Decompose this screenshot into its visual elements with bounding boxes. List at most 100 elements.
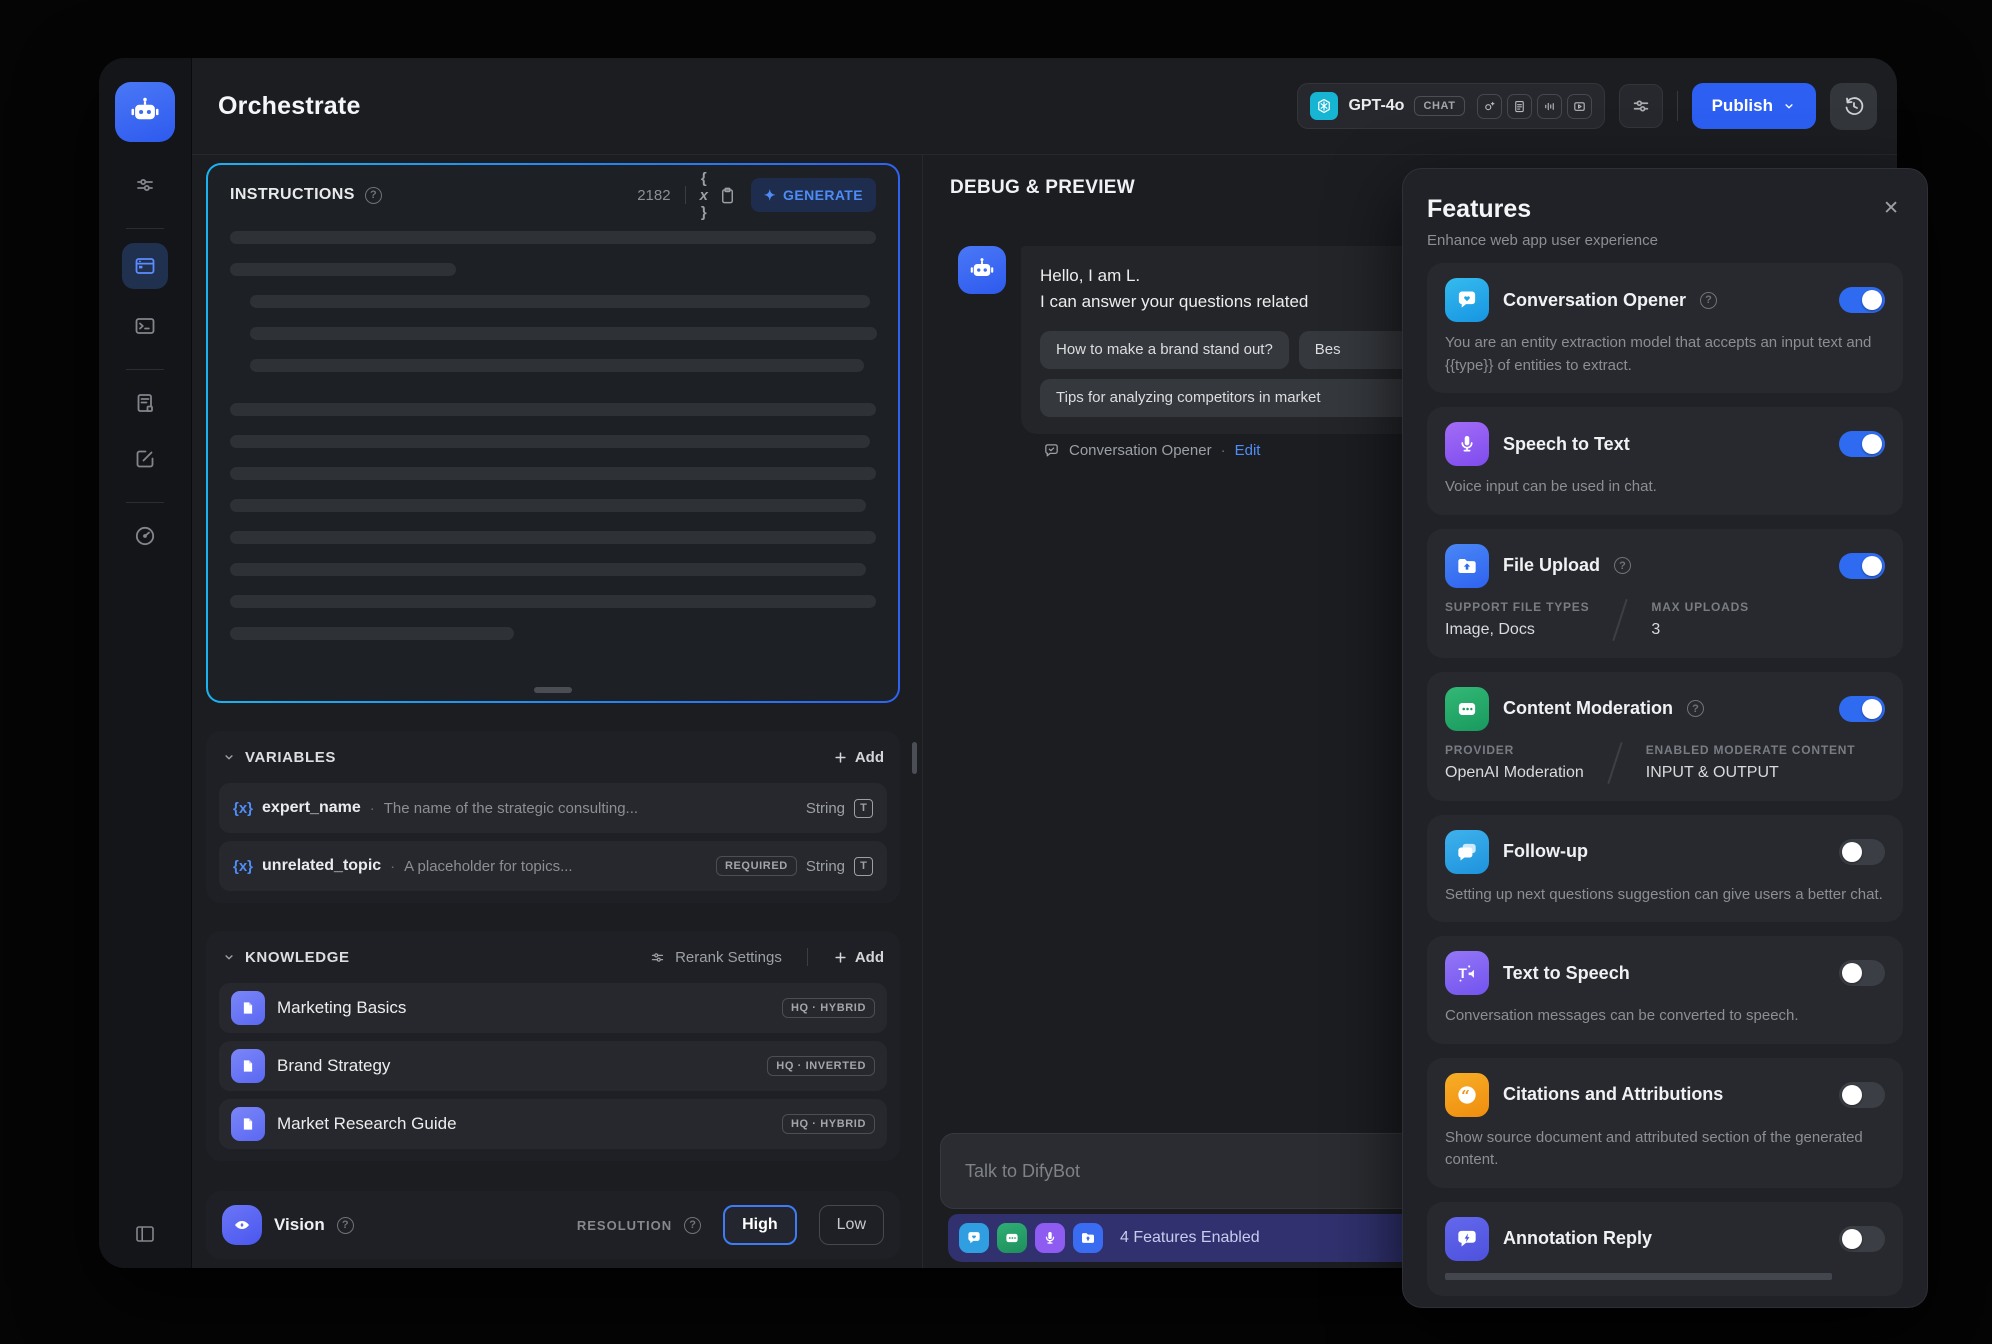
sidebar-item-logs[interactable] <box>122 380 168 426</box>
version-history-button[interactable] <box>1830 83 1877 130</box>
instructions-text-skeleton[interactable] <box>230 219 876 701</box>
model-capabilities <box>1477 94 1592 119</box>
vision-capability-icon <box>1477 94 1502 119</box>
features-panel: Features Enhance web app user experience… <box>1402 168 1928 1308</box>
divider <box>807 948 808 966</box>
opener-caption-row: Conversation Opener · Edit <box>1043 442 1260 459</box>
chevron-down-icon[interactable] <box>222 750 236 764</box>
folder-upload-icon <box>1073 1223 1103 1253</box>
close-icon[interactable]: ✕ <box>1879 195 1903 222</box>
text-to-speech-toggle[interactable] <box>1839 960 1885 986</box>
skeleton-line <box>230 563 866 576</box>
knowledge-name: Market Research Guide <box>277 1114 457 1134</box>
model-parameters-button[interactable] <box>1619 84 1663 128</box>
feature-title: Citations and Attributions <box>1503 1084 1723 1105</box>
feature-description: Conversation messages can be converted t… <box>1445 1005 1885 1028</box>
follow-up-toggle[interactable] <box>1839 839 1885 865</box>
rerank-settings-button[interactable]: Rerank Settings <box>649 949 782 966</box>
sidebar-item-settings[interactable] <box>122 162 168 208</box>
knowledge-row[interactable]: Marketing Basics HQ · HYBRID <box>219 983 887 1033</box>
opener-caption: Conversation Opener <box>1069 442 1212 459</box>
knowledge-name: Brand Strategy <box>277 1056 390 1076</box>
knowledge-row[interactable]: Market Research Guide HQ · HYBRID <box>219 1099 887 1149</box>
moderation-icon <box>997 1223 1027 1253</box>
app-logo-robot-icon[interactable] <box>115 82 175 142</box>
variable-row[interactable]: {x} expert_name · The name of the strate… <box>219 783 887 833</box>
vision-label: Vision <box>274 1215 325 1235</box>
citations-toggle[interactable] <box>1839 1082 1885 1108</box>
separator-dot: · <box>390 858 395 875</box>
skeleton-line <box>250 327 877 340</box>
add-variable-button[interactable]: Add <box>833 749 884 766</box>
resolution-high-button[interactable]: High <box>723 1205 797 1245</box>
variable-row[interactable]: {x} unrelated_topic · A placeholder for … <box>219 841 887 891</box>
chevron-down-icon[interactable] <box>222 950 236 964</box>
vision-panel: Vision ? RESOLUTION ? High Low <box>206 1191 900 1259</box>
resize-handle[interactable] <box>534 687 572 693</box>
help-icon[interactable]: ? <box>1614 557 1631 574</box>
meta-label: SUPPORT FILE TYPES <box>1445 600 1589 614</box>
skeleton-line <box>230 263 456 276</box>
instructions-header: INSTRUCTIONS ? 2182 {x} <box>230 171 876 219</box>
resolution-label: RESOLUTION <box>577 1218 672 1233</box>
generate-label: GENERATE <box>783 187 863 203</box>
help-icon[interactable]: ? <box>365 187 382 204</box>
variable-token-icon: {x} <box>233 800 253 817</box>
variables-section: VARIABLES Add {x} expert_name · The name <box>206 731 900 903</box>
robot-icon <box>967 255 997 285</box>
sidebar <box>99 58 192 1268</box>
model-selector[interactable]: GPT-4o CHAT <box>1297 83 1604 129</box>
sidebar-divider <box>126 369 164 370</box>
annotation-reply-toggle[interactable] <box>1839 1226 1885 1252</box>
feature-description: Setting up next questions suggestion can… <box>1445 884 1885 907</box>
file-upload-toggle[interactable] <box>1839 553 1885 579</box>
rerank-label: Rerank Settings <box>675 949 782 966</box>
sidebar-item-orchestrate[interactable] <box>122 243 168 289</box>
knowledge-row[interactable]: Brand Strategy HQ · INVERTED <box>219 1041 887 1091</box>
features-enabled-label: 4 Features Enabled <box>1120 1229 1260 1247</box>
scrollbar-thumb[interactable] <box>912 742 917 774</box>
insert-variable-button[interactable]: {x} <box>700 170 708 221</box>
resolution-low-button[interactable]: Low <box>819 1205 884 1245</box>
variable-type: String <box>806 858 845 875</box>
microphone-icon <box>1035 1223 1065 1253</box>
suggestion-chip[interactable]: Tips for analyzing competitors in market <box>1040 379 1425 417</box>
sidebar-item-terminal[interactable] <box>122 303 168 349</box>
publish-button[interactable]: Publish <box>1692 83 1816 129</box>
robot-icon <box>127 94 163 130</box>
suggestion-chip[interactable]: How to make a brand stand out? <box>1040 331 1289 369</box>
help-icon[interactable]: ? <box>337 1217 354 1234</box>
svg-text:T: T <box>1458 965 1467 981</box>
features-title: Features <box>1427 195 1658 224</box>
model-mode-badge: CHAT <box>1414 96 1464 116</box>
help-icon[interactable]: ? <box>1700 292 1717 309</box>
generate-button[interactable]: ✦ GENERATE <box>751 178 876 212</box>
feature-card-citations: “ Citations and Attributions Show source… <box>1427 1058 1903 1188</box>
help-icon[interactable]: ? <box>1687 700 1704 717</box>
skeleton-line <box>230 467 876 480</box>
meta-value: 3 <box>1651 621 1748 639</box>
annotation-reply-icon <box>1445 1217 1489 1261</box>
content-moderation-toggle[interactable] <box>1839 696 1885 722</box>
sliders-icon <box>133 173 157 197</box>
meta-column: MAX UPLOADS 3 <box>1651 600 1748 639</box>
collapse-sidebar-button[interactable] <box>133 1222 157 1246</box>
copy-button[interactable] <box>718 186 737 205</box>
help-icon[interactable]: ? <box>684 1217 701 1234</box>
slash-divider <box>1607 741 1622 783</box>
variable-token-icon: {x} <box>233 858 253 875</box>
skeleton-line <box>250 359 864 372</box>
retrieval-badge: HQ · INVERTED <box>767 1056 875 1076</box>
feature-card-text-to-speech: T Text to Speech Conversation messages c… <box>1427 936 1903 1044</box>
skeleton-line <box>230 231 876 244</box>
chat-heart-icon <box>1445 278 1489 322</box>
feature-title: Annotation Reply <box>1503 1228 1652 1249</box>
feature-card-speech-to-text: Speech to Text Voice input can be used i… <box>1427 407 1903 515</box>
add-knowledge-button[interactable]: Add <box>833 949 884 966</box>
svg-text:“: “ <box>1461 1086 1470 1104</box>
edit-opener-link[interactable]: Edit <box>1235 442 1261 459</box>
conversation-opener-toggle[interactable] <box>1839 287 1885 313</box>
sidebar-item-annotations[interactable] <box>122 436 168 482</box>
speech-to-text-toggle[interactable] <box>1839 431 1885 457</box>
sidebar-item-monitoring[interactable] <box>122 513 168 559</box>
